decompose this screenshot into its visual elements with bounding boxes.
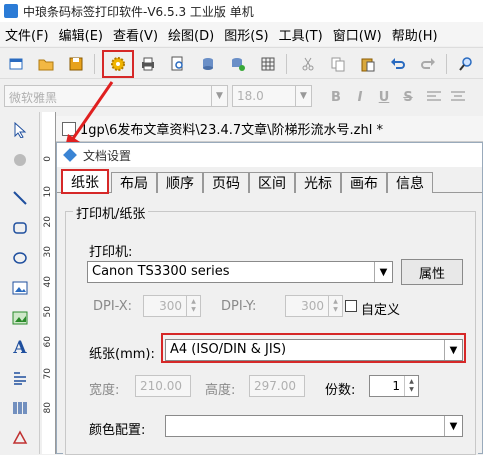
dialog-title: 文档设置 — [83, 148, 132, 163]
tab-paper[interactable]: 纸张 — [61, 169, 109, 194]
dpi-y-value: 300 — [301, 299, 324, 313]
printer-select[interactable]: Canon TS3300 series ▼ — [87, 261, 393, 283]
stepper-arrows-icon[interactable]: ▲ ▼ — [328, 296, 342, 316]
dpi-y-label: DPI-Y: — [221, 299, 257, 314]
copies-value: 1 — [392, 379, 400, 393]
tab-order[interactable]: 顺序 — [157, 172, 203, 193]
document-settings-dialog: 文档设置 纸张 布局 顺序 页码 区间 光标 画布 信息 打印机/纸张 打印机:… — [56, 142, 483, 455]
chevron-down-icon: ▼ — [444, 416, 462, 436]
width-value: 210.00 — [140, 379, 182, 393]
color-profile-select[interactable]: ▼ — [165, 415, 463, 437]
copies-stepper[interactable]: 1 ▲ ▼ — [369, 375, 419, 397]
copies-label: 份数: — [325, 383, 356, 398]
height-field[interactable]: 297.00 — [249, 375, 305, 397]
height-label: 高度: — [205, 383, 236, 398]
paper-highlight-box — [161, 333, 466, 363]
tab-canvas[interactable]: 画布 — [341, 172, 387, 193]
tab-info[interactable]: 信息 — [387, 172, 433, 193]
dialog-app-icon — [63, 148, 77, 162]
paper-size-label: 纸张(mm): — [89, 347, 155, 362]
tab-interval[interactable]: 区间 — [249, 172, 295, 193]
chevron-down-icon: ▼ — [374, 262, 392, 282]
custom-label: 自定义 — [361, 303, 401, 318]
color-profile-label: 颜色配置: — [89, 423, 146, 438]
tab-layout[interactable]: 布局 — [111, 172, 157, 193]
dpi-y-stepper[interactable]: 300 ▲ ▼ — [285, 295, 343, 317]
custom-checkbox[interactable] — [345, 300, 357, 312]
dpi-x-value: 300 — [159, 299, 182, 313]
tab-cursor[interactable]: 光标 — [295, 172, 341, 193]
width-field[interactable]: 210.00 — [135, 375, 191, 397]
dialog-tabs: 纸张 布局 顺序 页码 区间 光标 画布 信息 — [57, 169, 482, 194]
width-label: 宽度: — [89, 383, 120, 398]
printer-value: Canon TS3300 series — [92, 264, 230, 279]
group-label: 打印机/纸张 — [73, 203, 149, 222]
paper-panel: 打印机/纸张 打印机: Canon TS3300 series ▼ 属性 DPI… — [63, 195, 478, 455]
tab-page-number[interactable]: 页码 — [203, 172, 249, 193]
height-value: 297.00 — [254, 379, 296, 393]
stepper-arrows-icon[interactable]: ▲ ▼ — [186, 296, 200, 316]
dpi-x-label: DPI-X: — [93, 299, 133, 314]
printer-label: 打印机: — [89, 245, 133, 260]
dialog-title-bar: 文档设置 — [57, 143, 482, 167]
properties-button[interactable]: 属性 — [401, 259, 463, 285]
dpi-x-stepper[interactable]: 300 ▲ ▼ — [143, 295, 201, 317]
stepper-arrows-icon[interactable]: ▲ ▼ — [404, 376, 418, 396]
